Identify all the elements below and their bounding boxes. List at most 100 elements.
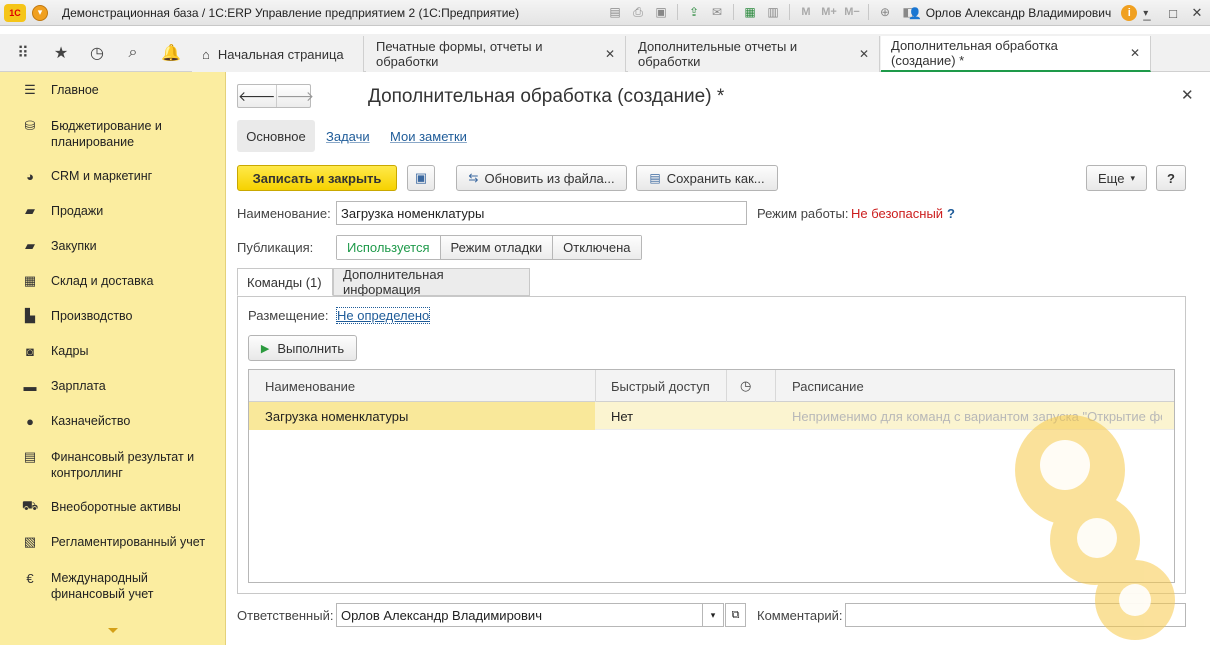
tab-additional-info[interactable]: Дополнительная информация	[333, 267, 530, 297]
notifications-bell-icon[interactable]: 🔔	[158, 40, 184, 66]
placement-link[interactable]: Не определено	[335, 307, 431, 324]
commands-table[interactable]: Наименование Быстрый доступ ◷ Расписание…	[248, 369, 1175, 583]
staff-icon: ◙	[26, 343, 34, 359]
save-and-close-button[interactable]: Записать и закрыть	[237, 165, 397, 191]
mode-help-icon[interactable]: ?	[947, 206, 955, 221]
tab-label: Дополнительная обработка (создание) *	[891, 38, 1058, 68]
purchases-icon: ▰	[25, 238, 35, 253]
sidebar-item-salary[interactable]: ▬ Зарплата	[0, 378, 226, 394]
open-link-icon[interactable]: ⧉	[725, 603, 746, 627]
tab-home[interactable]: ⌂ Начальная страница	[192, 36, 364, 72]
close-tab-icon[interactable]: ✕	[605, 47, 615, 61]
update-from-file-button[interactable]: ⇆ Обновить из файла...	[456, 165, 627, 191]
user-icon: 👤	[908, 7, 922, 20]
sidebar-item-staff[interactable]: ◙ Кадры	[0, 343, 226, 359]
regulated-icon: ▧	[23, 534, 37, 549]
window-title: Демонстрационная база / 1С:ERP Управлени…	[62, 5, 520, 20]
tab-additional-processing[interactable]: Дополнительная обработка (создание) * ✕	[881, 36, 1151, 72]
sidebar: ☰ Главное ⛁ Бюджетирование и планировани…	[0, 72, 226, 645]
more-button[interactable]: Еще ▾	[1086, 165, 1147, 191]
sidebar-item-international[interactable]: € Международный финансовый учет	[0, 570, 226, 602]
column-header-quick-access[interactable]: Быстрый доступ	[611, 370, 710, 402]
sidebar-item-label: Склад и доставка	[51, 274, 154, 288]
sidebar-item-warehouse[interactable]: ▦ Склад и доставка	[0, 273, 226, 289]
subnav-notes-link[interactable]: Мои заметки	[390, 129, 467, 144]
m-plus-icon[interactable]: M+	[820, 3, 838, 21]
preview-icon[interactable]: ▣	[652, 3, 670, 21]
sidebar-item-assets[interactable]: ⛟ Внеоборотные активы	[0, 498, 226, 515]
sidebar-item-treasury[interactable]: ● Казначейство	[0, 413, 226, 429]
tab-print-forms[interactable]: Печатные формы, отчеты и обработки ✕	[366, 36, 626, 72]
history-icon[interactable]: ◷	[84, 40, 110, 66]
sidebar-scroll-down-icon[interactable]	[108, 628, 118, 633]
close-form-icon[interactable]: ✕	[1181, 86, 1194, 104]
execute-button[interactable]: ▶ Выполнить	[248, 335, 357, 361]
zoom-icon[interactable]: ⊕	[876, 3, 894, 21]
column-header-name[interactable]: Наименование	[265, 370, 355, 402]
save-icon[interactable]: ▤	[606, 3, 624, 21]
assets-icon: ⛟	[21, 498, 39, 513]
publication-option-debug[interactable]: Режим отладки	[439, 236, 553, 259]
floppy-icon: ▣	[414, 170, 428, 185]
mail-icon[interactable]: ✉	[708, 3, 726, 21]
sidebar-item-purchases[interactable]: ▰ Закупки	[0, 238, 226, 254]
publication-option-used[interactable]: Используется	[337, 236, 440, 259]
column-header-schedule[interactable]: Расписание	[792, 370, 864, 402]
toolbar-icons: ▤ ⎙ ▣ ⇪ ✉ ▦ ▥ M M+ M− ⊕ ◧	[606, 3, 917, 21]
sidebar-item-regulated[interactable]: ▧ Регламентированный учет	[0, 534, 226, 550]
subnav-main[interactable]: Основное	[237, 120, 315, 152]
calculator-icon[interactable]: ▦	[741, 3, 759, 21]
toolbar-separator	[677, 4, 678, 20]
history-nav: 🡐 🡒	[237, 84, 314, 108]
sidebar-item-finance[interactable]: ▤ Финансовый результат и контроллинг	[0, 449, 226, 481]
maximize-button[interactable]: □	[1160, 0, 1186, 26]
toolbar-separator	[733, 4, 734, 20]
placement-label: Размещение:	[248, 308, 329, 323]
back-arrow-icon[interactable]: 🡐	[238, 85, 276, 107]
comment-field[interactable]	[845, 603, 1186, 627]
sidebar-item-label: Зарплата	[51, 379, 106, 393]
print-icon[interactable]: ⎙	[629, 3, 647, 21]
app-logo: 1С	[4, 3, 26, 22]
upload-icon[interactable]: ⇪	[685, 3, 703, 21]
close-window-button[interactable]: ✕	[1184, 0, 1210, 26]
play-icon: ▶	[260, 342, 270, 355]
user-info[interactable]: 👤 Орлов Александр Владимирович i ▾	[908, 0, 1148, 26]
close-tab-icon[interactable]: ✕	[1130, 46, 1140, 60]
help-button[interactable]: ?	[1156, 165, 1186, 191]
sidebar-item-label: Финансовый результат и контроллинг	[51, 450, 195, 480]
apps-grid-icon[interactable]: ⠿	[10, 40, 36, 66]
responsible-field[interactable]: Орлов Александр Владимирович	[336, 603, 723, 627]
subnav-tasks-link[interactable]: Задачи	[326, 129, 370, 144]
menu-icon: ☰	[24, 82, 36, 97]
m-minus-icon[interactable]: M−	[843, 3, 861, 21]
publication-label: Публикация:	[237, 240, 314, 255]
close-tab-icon[interactable]: ✕	[859, 47, 869, 61]
mode-value: Не безопасный	[851, 206, 944, 221]
sidebar-item-budgeting[interactable]: ⛁ Бюджетирование и планирование	[0, 118, 226, 150]
crm-icon: ◕	[26, 168, 34, 184]
favorites-star-icon[interactable]: ★	[48, 40, 74, 66]
sidebar-item-main[interactable]: ☰ Главное	[0, 82, 226, 98]
publication-option-disabled[interactable]: Отключена	[552, 236, 641, 259]
save-button[interactable]: ▣	[407, 165, 435, 191]
responsible-dropdown-icon[interactable]: ▾	[702, 603, 724, 627]
forward-arrow-icon[interactable]: 🡒	[275, 85, 314, 107]
sidebar-item-sales[interactable]: ▰ Продажи	[0, 203, 226, 219]
tab-additional-reports[interactable]: Дополнительные отчеты и обработки ✕	[628, 36, 880, 72]
tab-commands[interactable]: Команды (1)	[237, 268, 333, 296]
comment-label: Комментарий:	[757, 608, 843, 623]
main-menu-button[interactable]: ▾	[32, 4, 48, 21]
title-bar: 1С ▾ Демонстрационная база / 1С:ERP Упра…	[0, 0, 1210, 26]
salary-icon: ▬	[23, 378, 37, 394]
clock-icon[interactable]: ◷	[740, 370, 751, 402]
minimize-button[interactable]: _	[1134, 0, 1160, 26]
sidebar-item-crm[interactable]: ◕ CRM и маркетинг	[0, 168, 226, 184]
sidebar-item-production[interactable]: ▙ Производство	[0, 308, 226, 324]
name-field[interactable]: Загрузка номенклатуры	[336, 201, 747, 225]
table-row[interactable]: Загрузка номенклатуры Нет Неприменимо дл…	[249, 402, 1174, 430]
calendar-icon[interactable]: ▥	[764, 3, 782, 21]
save-as-button[interactable]: ▤ Сохранить как...	[636, 165, 778, 191]
m-icon[interactable]: M	[797, 3, 815, 21]
search-icon[interactable]: ⌕	[120, 40, 146, 66]
